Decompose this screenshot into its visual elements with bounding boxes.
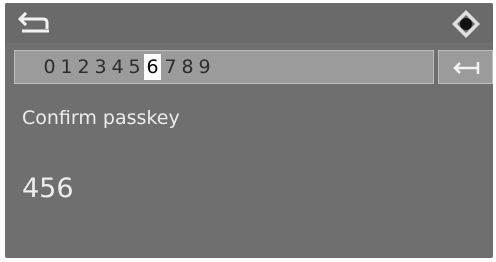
digit-6[interactable]: 6 — [144, 54, 161, 80]
controller-button[interactable] — [451, 9, 481, 39]
digit-4[interactable]: 4 — [110, 54, 125, 80]
confirm-passkey-label: Confirm passkey — [22, 107, 180, 129]
passkey-value: 456 — [22, 173, 74, 204]
enter-button[interactable] — [438, 50, 493, 84]
controller-icon — [452, 10, 480, 38]
digit-2[interactable]: 2 — [76, 54, 91, 80]
back-button[interactable] — [17, 10, 57, 38]
idrive-screen: 0123456789 Confirm passkey 456 — [5, 3, 493, 258]
digit-8[interactable]: 8 — [180, 54, 195, 80]
top-bar — [5, 3, 493, 43]
digit-5[interactable]: 5 — [127, 54, 142, 80]
digit-selector[interactable]: 0123456789 — [14, 50, 434, 84]
back-arrow-icon — [17, 11, 49, 33]
enter-arrow-icon — [453, 62, 480, 74]
digit-9[interactable]: 9 — [197, 54, 212, 80]
digit-7[interactable]: 7 — [163, 54, 178, 80]
digit-1[interactable]: 1 — [59, 54, 74, 80]
digit-0[interactable]: 0 — [42, 54, 57, 80]
digit-3[interactable]: 3 — [93, 54, 108, 80]
